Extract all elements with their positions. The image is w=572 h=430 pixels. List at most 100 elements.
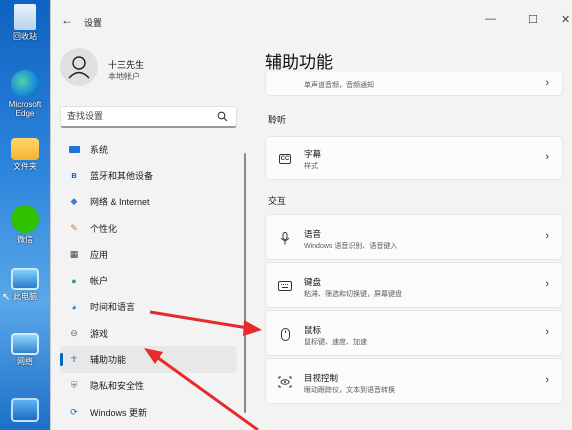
sidebar-item-label: Windows 更新 xyxy=(90,407,148,418)
sidebar-item-gaming[interactable]: ⊖ 游戏 xyxy=(60,320,240,346)
update-icon: ⟳ xyxy=(70,406,78,417)
card-title: 鼠标 xyxy=(304,325,322,335)
settings-window: ← 设置 — ☐ ✕ 十三先生 本地帐户 系统 ʙ 蓝牙和其他设备 xyxy=(50,0,572,430)
sidebar-item-accessibility[interactable]: ☥ 辅助功能 xyxy=(60,346,237,373)
sidebar-item-personalization[interactable]: ✎ 个性化 xyxy=(60,215,240,241)
sidebar-item-apps[interactable]: ▦ 应用 xyxy=(60,241,240,267)
captions-card[interactable]: CC 字幕 样式 › xyxy=(265,136,563,180)
person-icon xyxy=(68,56,90,79)
account-type: 本地帐户 xyxy=(108,72,140,81)
window-title: 设置 xyxy=(84,18,103,28)
sidebar-item-windows-update[interactable]: ⟳ Windows 更新 xyxy=(60,399,240,425)
desktop-icon-control-panel[interactable] xyxy=(0,398,50,424)
eye-control-icon xyxy=(278,375,292,389)
recycle-bin-icon xyxy=(14,4,36,30)
card-title: 字幕 xyxy=(304,149,322,159)
globe-clock-icon: ◕ xyxy=(71,301,77,312)
desktop-icon-label: Microsoft Edge xyxy=(8,100,42,118)
speech-card[interactable]: 语音 Windows 语音识别、语音键入 › xyxy=(265,214,563,260)
desktop-icon-network[interactable]: 网络 xyxy=(0,333,50,366)
chevron-right-icon: › xyxy=(545,278,549,290)
chevron-right-icon: › xyxy=(545,326,549,338)
mouse-pointer-icon: ↖ xyxy=(2,292,11,303)
sidebar-item-network[interactable]: ◆ 网络 & Internet xyxy=(60,189,240,215)
desktop-icon-label: 微信 xyxy=(17,235,33,244)
close-button[interactable]: ✕ xyxy=(561,13,570,26)
sidebar-scrollbar[interactable] xyxy=(244,153,246,413)
card-subtitle: 鼠标键、速度、加速 xyxy=(304,339,367,346)
sidebar-item-label: 应用 xyxy=(90,249,109,260)
microphone-icon xyxy=(278,231,292,245)
minimize-button[interactable]: — xyxy=(485,13,496,25)
section-header-hearing: 聆听 xyxy=(268,115,287,125)
sidebar-item-label: 系统 xyxy=(90,144,109,155)
card-subtitle: 粘滞、筛选和切换键，屏幕键盘 xyxy=(304,291,402,298)
control-panel-icon xyxy=(11,398,39,422)
sidebar-item-label: 网络 & Internet xyxy=(90,197,150,208)
sidebar-item-label: 辅助功能 xyxy=(90,355,127,366)
back-arrow-icon[interactable]: ← xyxy=(61,13,73,27)
mouse-icon xyxy=(278,327,292,341)
chevron-right-icon: › xyxy=(545,230,549,242)
user-name: 十三先生 xyxy=(108,60,145,70)
folder-icon xyxy=(11,138,39,160)
cc-icon: CC xyxy=(278,154,292,164)
desktop-icon-label: 回收站 xyxy=(13,32,37,41)
avatar xyxy=(60,48,98,86)
card-title: 键盘 xyxy=(304,277,322,287)
apps-icon: ▦ xyxy=(69,248,79,259)
chevron-right-icon: › xyxy=(545,77,549,89)
sidebar-item-system[interactable]: 系统 xyxy=(60,136,240,162)
sidebar-item-label: 隐私和安全性 xyxy=(90,381,145,392)
card-subtitle: 单声道音频，音频通知 xyxy=(304,82,374,89)
sidebar-nav: 系统 ʙ 蓝牙和其他设备 ◆ 网络 & Internet ✎ 个性化 ▦ 应用 … xyxy=(60,136,240,425)
sidebar-item-time-language[interactable]: ◕ 时间和语言 xyxy=(60,294,240,320)
card-title: 目视控制 xyxy=(304,373,339,383)
computer-icon xyxy=(11,268,39,290)
sidebar-item-privacy[interactable]: ⛨ 隐私和安全性 xyxy=(60,373,240,399)
sidebar-item-label: 个性化 xyxy=(90,223,118,234)
card-subtitle: 眼动跟踪仪，文本到语音转换 xyxy=(304,387,395,394)
desktop-strip: 回收站 Microsoft Edge 文件夹 微信 此电脑 网络 ↖ xyxy=(0,0,50,430)
desktop-icon-wechat[interactable]: 微信 xyxy=(0,205,50,244)
brush-icon: ✎ xyxy=(70,222,78,233)
eye-control-card[interactable]: 目视控制 眼动跟踪仪，文本到语音转换 › xyxy=(265,358,563,404)
chevron-right-icon: › xyxy=(545,151,549,163)
sidebar-item-label: 时间和语言 xyxy=(90,302,136,313)
search-icon[interactable] xyxy=(217,111,228,122)
sidebar-item-label: 蓝牙和其他设备 xyxy=(90,170,154,181)
monitor-icon xyxy=(68,143,80,155)
person-icon: ● xyxy=(71,275,77,286)
gamepad-icon: ⊖ xyxy=(70,327,78,338)
wifi-icon: ◆ xyxy=(70,196,78,207)
keyboard-card[interactable]: 键盘 粘滞、筛选和切换键，屏幕键盘 › xyxy=(265,262,563,308)
card-subtitle: 样式 xyxy=(304,163,318,170)
network-icon xyxy=(11,333,39,355)
page-title: 辅助功能 xyxy=(265,53,333,72)
section-header-interaction: 交互 xyxy=(268,196,287,206)
mouse-card[interactable]: 鼠标 鼠标键、速度、加速 › xyxy=(265,310,563,356)
shield-icon: ⛨ xyxy=(70,380,78,391)
bluetooth-icon: ʙ xyxy=(71,170,77,181)
accessibility-icon: ☥ xyxy=(70,354,78,365)
audio-card[interactable]: 单声道音频，音频通知 › xyxy=(265,72,563,96)
desktop-icon-label: 网络 xyxy=(17,357,33,366)
title-bar: ← 设置 — ☐ ✕ xyxy=(51,0,572,38)
desktop-icon-folder[interactable]: 文件夹 xyxy=(0,138,50,171)
keyboard-icon xyxy=(278,279,292,293)
sidebar-item-label: 帐户 xyxy=(90,276,109,287)
maximize-button[interactable]: ☐ xyxy=(528,13,538,26)
card-subtitle: Windows 语音识别、语音键入 xyxy=(304,243,398,250)
desktop-icon-label: 文件夹 xyxy=(13,162,37,171)
card-title: 语音 xyxy=(304,229,322,239)
sidebar-item-label: 游戏 xyxy=(90,328,109,339)
desktop-icon-edge[interactable]: Microsoft Edge xyxy=(0,70,50,118)
desktop-icon-recycle-bin[interactable]: 回收站 xyxy=(0,4,50,41)
chevron-right-icon: › xyxy=(545,374,549,386)
edge-icon xyxy=(11,70,39,98)
wechat-icon xyxy=(11,205,39,233)
sidebar-item-bluetooth[interactable]: ʙ 蓝牙和其他设备 xyxy=(60,162,240,188)
search-input[interactable] xyxy=(67,111,212,121)
search-box[interactable] xyxy=(60,106,237,128)
sidebar-item-accounts[interactable]: ● 帐户 xyxy=(60,267,240,293)
